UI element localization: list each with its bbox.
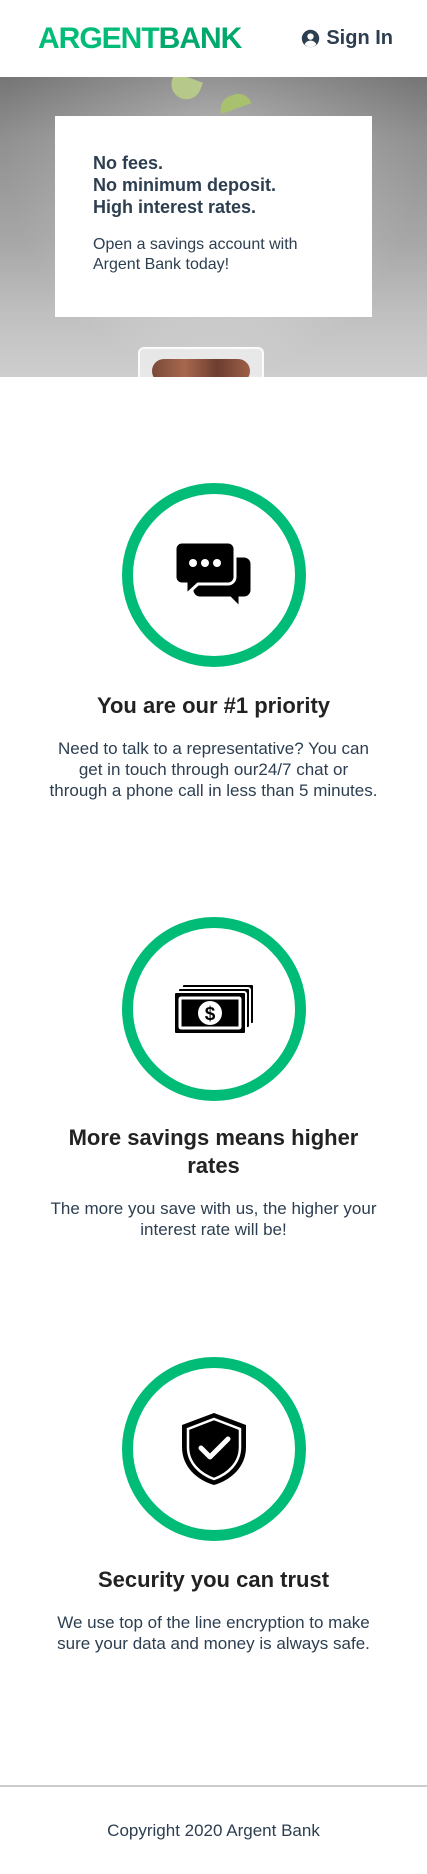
feature-text: We use top of the line encryption to mak… (57, 1613, 370, 1653)
coins (152, 359, 250, 377)
feature-title: Security you can trust (97, 1567, 330, 1592)
footer: Copyright 2020 Argent Bank (0, 1785, 427, 1874)
feature-item: You are our #1 priority Need to talk to … (0, 483, 427, 801)
svg-text:$: $ (204, 1004, 215, 1025)
sign-in-label: Sign In (326, 27, 393, 49)
feature-text: Need to talk to a representative? You ca… (49, 739, 378, 800)
feature-icon-ring (121, 1357, 306, 1541)
chat-icon (173, 540, 253, 610)
copyright-text: Copyright 2020 Argent Bank (107, 1820, 320, 1840)
money-icon: $ (172, 983, 255, 1035)
main-nav: ARGENTBANK Sign In (0, 0, 427, 77)
logo-bank: BANK (158, 21, 243, 55)
logo[interactable]: ARGENTBANK (38, 21, 243, 56)
feature-title: You are our #1 priority (96, 693, 331, 718)
feature-title: More savings means higher rates (68, 1125, 359, 1178)
hero-subtitle: No minimum deposit. (93, 175, 277, 195)
sign-in-link[interactable]: Sign In (301, 27, 393, 50)
feature-item: $ More savings means higher rates The mo… (0, 917, 427, 1240)
user-circle-icon (302, 29, 320, 48)
hero-subtitle: No fees. (93, 153, 164, 173)
hero-banner: No fees. No minimum deposit. High intere… (0, 77, 427, 377)
hero-content: No fees. No minimum deposit. High intere… (55, 116, 372, 317)
feature-icon-ring (121, 483, 306, 667)
feature-icon-ring: $ (121, 917, 306, 1101)
features-section: You are our #1 priority Need to talk to … (0, 377, 427, 1654)
feature-text: The more you save with us, the higher yo… (50, 1199, 377, 1239)
hero-subtitle: High interest rates. (93, 197, 257, 217)
feature-item: Security you can trust We use top of the… (0, 1357, 427, 1654)
shield-check-icon (181, 1413, 246, 1485)
logo-argent: ARGENT (38, 21, 160, 55)
hero-text: Open a savings account with Argent Bank … (93, 236, 298, 273)
